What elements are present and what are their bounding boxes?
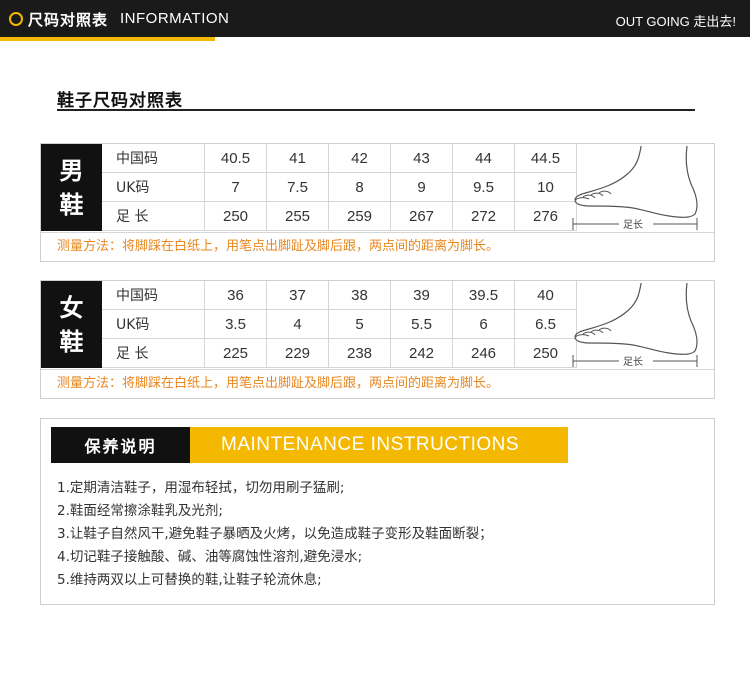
foot-length-label: 足长 [623,220,643,231]
table-cell: 36 [204,281,267,310]
table-cell: 267 [390,201,453,231]
table-row: 中国码 36 37 38 39 39.5 40 [102,281,577,310]
top-banner: 尺码对照表 INFORMATION OUT GOING 走出去! [0,0,750,37]
women-gender-char-2: 鞋 [59,327,84,356]
table-cell: 255 [266,201,329,231]
maintenance-title-cn: 保养说明 [51,427,190,463]
table-row: UK码 3.5 4 5 5.5 6 6.5 [102,309,577,339]
maintenance-list: 1.定期清洁鞋子，用湿布轻拭，切勿用刷子猛刷; 2.鞋面经常擦涂鞋乳及光剂; 3… [57,477,493,592]
row-label: UK码 [102,172,205,202]
table-cell: 40.5 [204,144,267,173]
table-cell: 6 [452,309,515,339]
men-size-grid: 中国码 40.5 41 42 43 44 44.5 UK码 7 7.5 8 9 … [102,144,577,231]
table-cell: 4 [266,309,329,339]
maintenance-title-en: MAINTENANCE INSTRUCTIONS [190,427,568,463]
table-cell: 7.5 [266,172,329,202]
table-cell: 39 [390,281,453,310]
foot-diagram: 足长 [559,281,714,368]
table-row: UK码 7 7.5 8 9 9.5 10 [102,172,577,202]
list-item: 2.鞋面经常擦涂鞋乳及光剂; [57,503,223,519]
table-cell: 37 [266,281,329,310]
women-gender-char-1: 女 [59,293,84,322]
row-label: 中国码 [102,144,205,173]
banner-accent-bar [0,37,215,41]
table-cell: 242 [390,338,453,368]
row-label: 足 长 [102,201,205,231]
table-cell: 39.5 [452,281,515,310]
table-cell: 225 [204,338,267,368]
table-cell: 44 [452,144,515,173]
section-heading: 鞋子尺码对照表 [57,91,183,111]
table-row: 足 长 250 255 259 267 272 276 [102,201,577,231]
table-cell: 229 [266,338,329,368]
table-cell: 8 [328,172,391,202]
banner-title-en: INFORMATION [120,10,230,27]
table-row: 足 长 225 229 238 242 246 250 [102,338,577,368]
table-cell: 9.5 [452,172,515,202]
table-cell: 41 [266,144,329,173]
banner-slogan: OUT GOING 走出去! [615,14,736,29]
table-cell: 259 [328,201,391,231]
table-cell: 9 [390,172,453,202]
men-size-table: 男 鞋 中国码 40.5 41 42 43 44 44.5 UK码 7 7.5 … [40,143,715,262]
foot-diagram: 足长 [559,144,714,231]
row-label: UK码 [102,309,205,339]
women-size-table: 女 鞋 中国码 36 37 38 39 39.5 40 UK码 3.5 4 5 … [40,280,715,399]
table-cell: 238 [328,338,391,368]
table-cell: 250 [204,201,267,231]
table-cell: 272 [452,201,515,231]
men-gender-char-1: 男 [59,156,84,185]
men-gender-label: 男 鞋 [41,144,102,231]
table-cell: 5 [328,309,391,339]
measurement-note: 测量方法：将脚踩在白纸上，用笔点出脚趾及脚后跟，两点间的距离为脚长。 [41,369,714,397]
table-cell: 38 [328,281,391,310]
men-gender-char-2: 鞋 [59,190,84,219]
women-gender-label: 女 鞋 [41,281,102,368]
foot-length-label: 足长 [623,357,643,368]
banner-title-cn: 尺码对照表 [28,11,109,29]
maintenance-section: 保养说明 MAINTENANCE INSTRUCTIONS 1.定期清洁鞋子，用… [40,418,715,605]
row-label: 中国码 [102,281,205,310]
table-cell: 42 [328,144,391,173]
list-item: 4.切记鞋子接触酸、碱、油等腐蚀性溶剂,避免浸水; [57,549,363,565]
list-item: 3.让鞋子自然风干,避免鞋子暴晒及火烤，以免造成鞋子变形及鞋面断裂； [57,526,493,542]
table-cell: 43 [390,144,453,173]
ring-icon [9,12,23,26]
women-size-grid: 中国码 36 37 38 39 39.5 40 UK码 3.5 4 5 5.5 … [102,281,577,368]
table-cell: 7 [204,172,267,202]
table-row: 中国码 40.5 41 42 43 44 44.5 [102,144,577,173]
list-item: 5.维持两双以上可替换的鞋,让鞋子轮流休息; [57,572,322,588]
list-item: 1.定期清洁鞋子，用湿布轻拭，切勿用刷子猛刷; [57,480,345,496]
table-cell: 5.5 [390,309,453,339]
heading-divider [57,109,695,111]
table-cell: 246 [452,338,515,368]
row-label: 足 长 [102,338,205,368]
measurement-note: 测量方法：将脚踩在白纸上，用笔点出脚趾及脚后跟，两点间的距离为脚长。 [41,232,714,260]
table-cell: 3.5 [204,309,267,339]
